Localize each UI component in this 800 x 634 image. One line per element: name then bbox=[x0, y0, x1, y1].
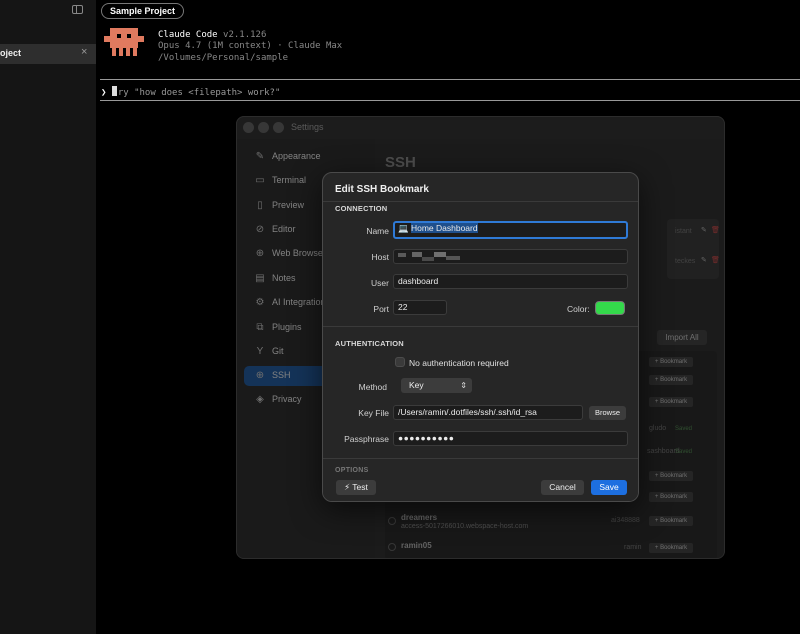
cancel-button[interactable]: Cancel bbox=[541, 480, 584, 495]
divider bbox=[323, 458, 638, 459]
app-sidebar: oject × bbox=[0, 0, 96, 634]
product-version: v2.1.126 bbox=[223, 30, 267, 40]
model-info: Opus 4.7 (1M context) · Claude Max bbox=[158, 41, 343, 51]
passphrase-value: ●●●●●●●●●● bbox=[398, 433, 455, 443]
test-button[interactable]: ⚡ Test bbox=[336, 480, 376, 495]
method-select[interactable]: Key ⇕ bbox=[401, 378, 472, 393]
port-label: Port bbox=[373, 304, 389, 314]
claude-mascot-icon bbox=[104, 28, 144, 56]
sidebar-project-label: oject bbox=[0, 48, 22, 58]
color-swatch[interactable] bbox=[595, 301, 625, 315]
prompt-top-rule bbox=[100, 79, 800, 80]
prompt-chevron: ❯ bbox=[101, 88, 107, 98]
prompt-bottom-rule bbox=[100, 100, 800, 101]
divider bbox=[323, 326, 638, 327]
redacted-host bbox=[398, 252, 464, 261]
text-cursor bbox=[111, 86, 117, 96]
prompt-input[interactable]: ❯ ry "how does <filepath> work?" bbox=[101, 86, 280, 98]
port-field[interactable]: 22 bbox=[393, 300, 447, 315]
name-label: Name bbox=[366, 226, 389, 236]
method-value: Key bbox=[409, 380, 424, 390]
name-field-value: Home Dashboard bbox=[410, 223, 478, 233]
dialog-title: Edit SSH Bookmark bbox=[335, 184, 429, 195]
no-auth-label: No authentication required bbox=[409, 358, 509, 368]
product-name: Claude Code bbox=[158, 30, 218, 40]
divider bbox=[323, 201, 638, 202]
working-directory: /Volumes/Personal/sample bbox=[158, 53, 289, 63]
method-label: Method bbox=[358, 382, 387, 392]
host-label: Host bbox=[371, 252, 389, 262]
project-tab[interactable]: Sample Project bbox=[101, 3, 185, 19]
browse-button[interactable]: Browse bbox=[589, 406, 626, 420]
laptop-icon: 💻 bbox=[398, 223, 409, 233]
edit-ssh-bookmark-dialog: Edit SSH Bookmark CONNECTION Name 💻 Home… bbox=[322, 172, 639, 502]
user-label: User bbox=[371, 278, 389, 288]
section-authentication: AUTHENTICATION bbox=[335, 339, 404, 348]
host-field[interactable] bbox=[393, 249, 628, 264]
section-connection: CONNECTION bbox=[335, 204, 388, 213]
sidebar-project-item[interactable]: oject × bbox=[0, 44, 96, 64]
user-field[interactable]: dashboard bbox=[393, 274, 628, 289]
passphrase-field[interactable]: ●●●●●●●●●● bbox=[393, 431, 628, 446]
passphrase-label: Passphrase bbox=[344, 434, 389, 444]
save-button[interactable]: Save bbox=[591, 480, 627, 495]
key-file-field[interactable]: /Users/ramin/.dotfiles/ssh/.ssh/id_rsa bbox=[393, 405, 583, 420]
product-title: Claude Code v2.1.126 bbox=[158, 30, 266, 40]
dialog-footer: ⚡ Test Cancel Save bbox=[323, 472, 638, 501]
prompt-placeholder: ry "how does <filepath> work?" bbox=[117, 88, 281, 98]
no-auth-checkbox[interactable] bbox=[395, 357, 405, 367]
close-icon[interactable]: × bbox=[81, 46, 87, 58]
sidebar-toggle-icon[interactable] bbox=[72, 5, 83, 14]
key-file-label: Key File bbox=[358, 408, 389, 418]
color-label: Color: bbox=[567, 304, 590, 314]
chevron-updown-icon: ⇕ bbox=[460, 381, 467, 390]
name-field[interactable]: 💻 Home Dashboard bbox=[393, 221, 628, 239]
